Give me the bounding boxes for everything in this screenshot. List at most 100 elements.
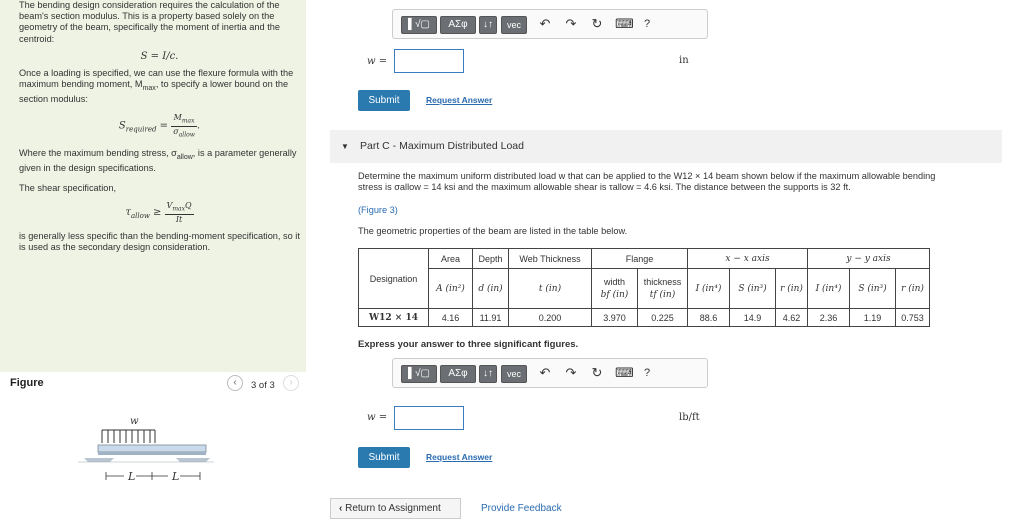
web-cell: 0.200 (508, 308, 592, 327)
vector-button[interactable]: vec (501, 16, 527, 34)
undo-icon[interactable]: ↶ (537, 16, 553, 34)
vector-button[interactable]: vec (501, 365, 527, 383)
undo-icon[interactable]: ↶ (537, 365, 553, 383)
width-label: width (603, 277, 625, 287)
greek-symbols-button[interactable]: ΑΣφ (440, 16, 476, 34)
subscript-superscript-button[interactable]: ↓↑ (479, 16, 497, 34)
eq2-num: M (173, 113, 182, 123)
depth-cell: 11.91 (472, 308, 509, 327)
para2-sub: max (142, 85, 156, 93)
intro-paragraph-3: Where the maximum bending stress, σallow… (19, 148, 300, 174)
next-figure-button[interactable]: › (283, 375, 299, 391)
part-c-desc-line1: Determine the maximum uniform distribute… (358, 171, 936, 181)
part-b-answer-input[interactable] (394, 49, 464, 73)
eq2-num-sub: max (181, 118, 195, 126)
web-subheader: t (in) (508, 268, 592, 309)
provide-feedback-link[interactable]: Provide Feedback (481, 503, 562, 514)
area-header: Area (428, 248, 473, 269)
intro-paragraph-1: The bending design consideration require… (19, 0, 280, 44)
iy-cell: 2.36 (807, 308, 850, 327)
help-icon[interactable]: ? (641, 16, 653, 34)
return-label: Return to Assignment (345, 503, 441, 514)
intro-paragraph-5: is generally less specific than the bend… (19, 230, 300, 252)
eq2-period: . (196, 121, 201, 133)
part-c-request-answer-link[interactable]: Request Answer (426, 452, 492, 462)
eq3-num-sub: max (172, 205, 186, 213)
y-axis-header: y − y axis (807, 248, 930, 269)
thickness-cell: 0.225 (637, 308, 688, 327)
ix-cell: 88.6 (687, 308, 730, 327)
designation-header: Designation (358, 248, 429, 309)
left-panel: The bending design consideration require… (0, 0, 330, 522)
redo-icon[interactable]: ↷ (563, 16, 579, 34)
right-panel: ▌√▢ ΑΣφ ↓↑ vec ↶ ↷ ↻ ⌨ ? w = in Submit R… (330, 0, 1024, 522)
part-c-title: Part C - Maximum Distributed Load (360, 140, 524, 152)
part-c-submit-button[interactable]: Submit (358, 447, 410, 468)
beam-shadow (98, 452, 206, 455)
eq2-den-sub: allow (178, 131, 195, 139)
template-button[interactable]: ▌√▢ (401, 16, 437, 34)
part-c-header[interactable]: ▼ Part C - Maximum Distributed Load (330, 130, 1002, 163)
chevron-left-icon: ‹ (339, 503, 343, 514)
reset-icon[interactable]: ↻ (589, 16, 605, 34)
keyboard-icon[interactable]: ⌨ (615, 365, 634, 383)
part-c-description: Determine the maximum uniform distribute… (358, 171, 1008, 193)
part-b-submit-button[interactable]: Submit (358, 90, 410, 111)
eq3-lhs-sub: allow (130, 211, 150, 220)
part-c-variable-label: w = (367, 412, 388, 423)
eq3-den: It (175, 214, 183, 224)
help-icon[interactable]: ? (641, 365, 653, 383)
rx-subheader: r (in) (775, 268, 808, 309)
template-button[interactable]: ▌√▢ (401, 365, 437, 383)
subscript-superscript-button[interactable]: ↓↑ (479, 365, 497, 383)
eq3-geq: ≥ (153, 206, 162, 218)
span-label-1: L (127, 470, 135, 483)
previous-figure-button[interactable]: ‹ (227, 375, 243, 391)
load-label: w (130, 416, 139, 427)
eq3-fraction: VmaxQ It (164, 201, 194, 224)
eq2-fraction: Mmax σallow (171, 113, 197, 139)
part-b-request-answer-link[interactable]: Request Answer (426, 95, 492, 105)
iy-subheader: I (in⁴) (807, 268, 850, 309)
significant-figures-instruction: Express your answer to three significant… (358, 339, 579, 350)
table-row: W12 × 14 4.16 11.91 0.200 3.970 0.225 88… (358, 308, 930, 327)
beam-figure: w L L (78, 416, 214, 483)
x-axis-header: x − x axis (687, 248, 808, 269)
geometry-intro-text: The geometric properties of the beam are… (358, 226, 628, 236)
sy-cell: 1.19 (849, 308, 896, 327)
para3-text: Where the maximum bending stress, σ (19, 147, 177, 158)
keyboard-icon[interactable]: ⌨ (615, 16, 634, 34)
thickness-subheader: thickness tf (in) (637, 268, 688, 309)
greek-symbols-button[interactable]: ΑΣφ (440, 365, 476, 383)
sy-subheader: S (in³) (849, 268, 896, 309)
part-c-answer-input[interactable] (394, 406, 464, 430)
eq2-lhs-sub: required (125, 126, 157, 135)
figure-counter: 3 of 3 (251, 380, 275, 391)
collapse-caret-icon[interactable]: ▼ (341, 142, 349, 151)
width-cell: 3.970 (591, 308, 638, 327)
ix-subheader: I (in⁴) (687, 268, 730, 309)
beam (97, 444, 207, 453)
eq3-num-end: Q (185, 201, 192, 211)
depth-header: Depth (472, 248, 509, 269)
intro-paragraph-4: The shear specification, (19, 182, 117, 193)
math-toolbar-part-b: ▌√▢ ΑΣφ ↓↑ vec ↶ ↷ ↻ ⌨ ? (392, 9, 708, 39)
beam-properties-table: Designation Area Depth Web Thickness Fla… (358, 248, 930, 327)
support-left (84, 458, 114, 462)
return-to-assignment-button[interactable]: ‹ Return to Assignment (330, 498, 461, 519)
reset-icon[interactable]: ↻ (589, 365, 605, 383)
shear-equation: τallow ≥ VmaxQ It (19, 201, 300, 224)
designation-cell: W12 × 14 (358, 308, 429, 327)
figure-title: Figure (10, 377, 44, 389)
part-b-variable-label: w = (367, 56, 388, 67)
eq2-lhs: S (118, 121, 126, 133)
eq2-equals: = (159, 121, 169, 133)
intro-text-panel: The bending design consideration require… (0, 0, 306, 372)
redo-icon[interactable]: ↷ (563, 365, 579, 383)
area-subheader: A (in²) (428, 268, 473, 309)
figure-3-link[interactable]: (Figure 3) (358, 205, 398, 216)
thickness-symbol: tf (in) (649, 290, 676, 300)
part-c-unit: lb/ft (679, 412, 700, 423)
flange-header: Flange (591, 248, 688, 269)
part-c-desc-line2: stress is σallow = 14 ksi and the maximu… (358, 182, 851, 192)
